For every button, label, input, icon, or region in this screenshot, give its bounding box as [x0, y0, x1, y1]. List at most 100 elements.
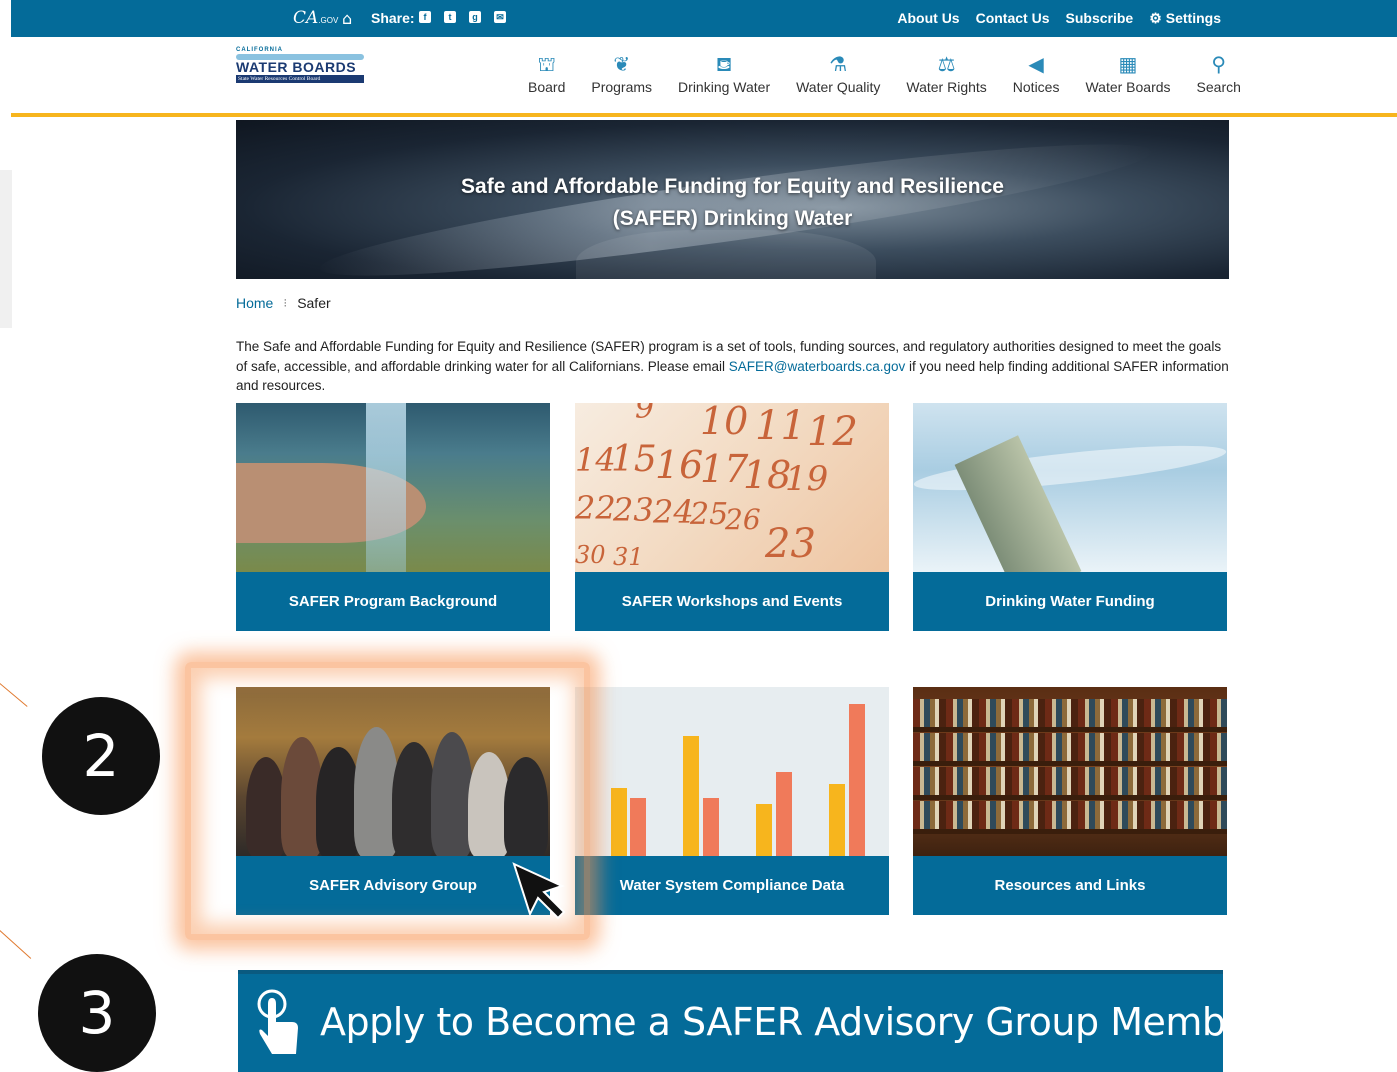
about-us-link[interactable]: About Us	[897, 10, 959, 27]
calendar-number: 23	[765, 521, 816, 567]
settings-label: Settings	[1165, 10, 1221, 26]
logo-sub-text: State Water Resources Control Board	[236, 75, 364, 83]
calendar-number: 16	[655, 443, 704, 487]
nav-label: Board	[528, 79, 566, 95]
annotation-arrow	[0, 683, 28, 707]
nav-label: Water Boards	[1085, 79, 1171, 95]
calendar-number: 12	[807, 409, 858, 455]
water-stream	[366, 403, 406, 572]
flask-icon: ⚗	[829, 54, 848, 76]
nav-item-programs[interactable]: ❦ Programs	[578, 51, 665, 95]
ca-gov-logo[interactable]: CA.GOV	[293, 8, 338, 28]
leaf-icon: ❦	[613, 54, 631, 76]
email-icon[interactable]: ✉	[494, 11, 506, 23]
hands-water-image	[236, 403, 550, 572]
calendar-number: 25	[690, 497, 729, 532]
nav-item-water-quality[interactable]: ⚗ Water Quality	[783, 51, 893, 95]
share-label: Share:	[371, 10, 415, 26]
nav-item-water-boards[interactable]: ▦ Water Boards	[1072, 51, 1183, 95]
apply-advisory-group-button[interactable]: Apply to Become a SAFER Advisory Group M…	[238, 970, 1264, 1072]
contact-us-link[interactable]: Contact Us	[976, 10, 1050, 27]
nav-item-board[interactable]: ⛫ Board	[515, 51, 578, 95]
chart-bar	[829, 784, 845, 856]
scales-icon: ⚖	[937, 54, 956, 76]
book-row	[913, 699, 1227, 727]
shelf	[913, 727, 1227, 732]
nav-label: Search	[1196, 79, 1241, 95]
chart-bar	[611, 788, 627, 856]
cup-icon: ⛾	[715, 54, 733, 76]
gear-icon: ⚙	[1149, 10, 1162, 26]
twitter-icon[interactable]: t	[444, 11, 456, 23]
shelf	[913, 795, 1227, 800]
tile-label: SAFER Workshops and Events	[575, 572, 889, 631]
subscribe-link[interactable]: Subscribe	[1066, 10, 1134, 27]
calendar-number: 23	[613, 491, 654, 529]
book-row	[913, 733, 1227, 761]
share-icons: f t g ✉	[419, 11, 506, 23]
calendar-number: 17	[700, 447, 749, 491]
bar-chart-image	[575, 687, 889, 856]
nav-item-search[interactable]: ⚲ Search	[1184, 51, 1254, 95]
calendar-number: 30	[575, 541, 606, 569]
book-row	[913, 801, 1227, 829]
nav-item-drinking-water[interactable]: ⛾ Drinking Water	[665, 51, 783, 95]
mouse-cursor-icon	[512, 862, 566, 920]
safer-email-link[interactable]: SAFER@waterboards.ca.gov	[729, 359, 906, 374]
book-row	[913, 767, 1227, 795]
calendar-number: 31	[613, 543, 644, 571]
ca-gov-logo-suffix: .GOV	[318, 16, 339, 25]
calendar-number: 10	[700, 403, 749, 443]
hero-title-line1: Safe and Affordable Funding for Equity a…	[461, 175, 1004, 198]
nav-label: Notices	[1012, 79, 1060, 95]
tile-resources-links[interactable]: Resources and Links	[913, 687, 1227, 915]
chart-bar	[683, 736, 699, 856]
chart-bar	[776, 772, 792, 856]
breadcrumb-current: Safer	[297, 295, 331, 311]
breadcrumb-separator: ⁝	[283, 296, 288, 310]
nav-label: Drinking Water	[678, 79, 771, 95]
nav-item-notices[interactable]: ◀ Notices	[1000, 51, 1073, 95]
tile-label: Resources and Links	[913, 856, 1227, 915]
chart-bar	[630, 798, 646, 856]
tile-compliance-data[interactable]: Water System Compliance Data	[575, 687, 889, 915]
apply-banner-text: Apply to Become a SAFER Advisory Group M…	[320, 1000, 1264, 1044]
chart-bar	[849, 704, 865, 856]
shelf	[913, 761, 1227, 766]
google-plus-icon[interactable]: g	[469, 11, 481, 23]
hero-banner: Safe and Affordable Funding for Equity a…	[236, 120, 1229, 279]
tile-workshops-events[interactable]: 9 10 11 12 14 15 16 17 18 19 22 23 24 25…	[575, 403, 889, 631]
logo-top-line: CALIFORNIA	[236, 47, 283, 53]
calendar-image: 9 10 11 12 14 15 16 17 18 19 22 23 24 25…	[575, 403, 889, 572]
calendar-number: 15	[611, 439, 657, 480]
nav-label: Programs	[591, 79, 653, 95]
step-badge-2: 2	[42, 697, 160, 815]
water-boards-logo[interactable]: CALIFORNIA WATER BOARDS State Water Reso…	[236, 47, 364, 95]
megaphone-icon: ◀	[1028, 54, 1044, 76]
ca-gov-logo-text: CA	[293, 8, 319, 28]
facebook-icon[interactable]: f	[419, 11, 431, 23]
calendar-number: 14	[575, 441, 616, 479]
home-icon[interactable]: ⌂	[342, 9, 352, 28]
nav-item-water-rights[interactable]: ⚖ Water Rights	[893, 51, 999, 95]
calendar-number: 26	[725, 503, 761, 536]
nav-label: Water Quality	[796, 79, 881, 95]
tile-label: SAFER Program Background	[236, 572, 550, 631]
calendar-number: 11	[755, 403, 806, 449]
nav-label: Water Rights	[906, 79, 987, 95]
calendar-number: 9	[635, 403, 655, 426]
breadcrumb-home[interactable]: Home	[236, 295, 273, 311]
chart-bar	[703, 798, 719, 856]
annotation-arrow	[0, 930, 32, 959]
settings-link[interactable]: ⚙ Settings	[1149, 10, 1221, 27]
step-badge-3: 3	[38, 954, 156, 1072]
left-gutter	[0, 170, 12, 328]
calendar-number: 19	[785, 459, 829, 499]
money-water-image	[913, 403, 1227, 572]
breadcrumb: Home ⁝ Safer	[236, 295, 331, 311]
library-image	[913, 687, 1227, 856]
tile-label: Water System Compliance Data	[575, 856, 889, 915]
shelf	[913, 829, 1227, 834]
tile-program-background[interactable]: SAFER Program Background	[236, 403, 550, 631]
tile-drinking-water-funding[interactable]: Drinking Water Funding	[913, 403, 1227, 631]
